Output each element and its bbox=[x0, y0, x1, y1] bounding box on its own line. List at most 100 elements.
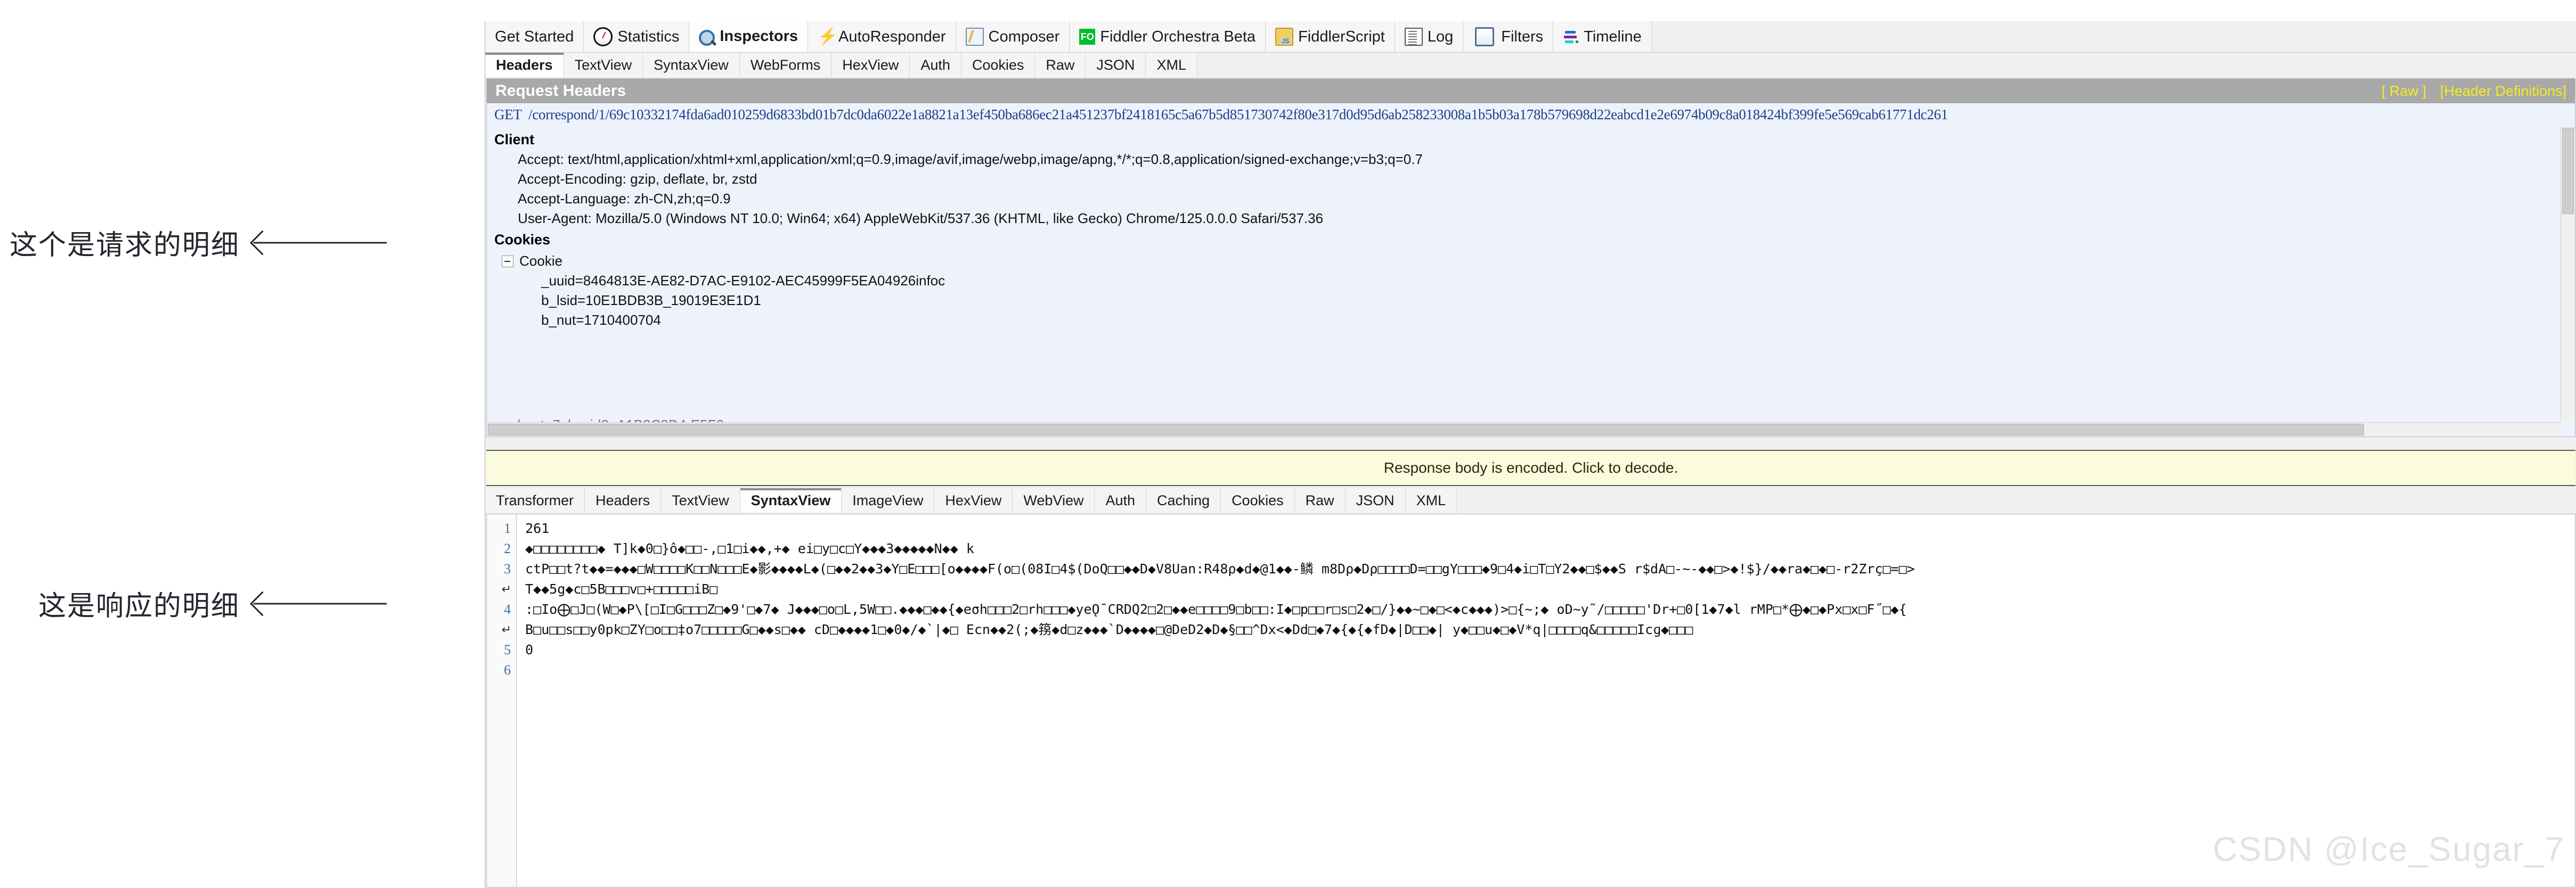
response-tab-json-label: JSON bbox=[1356, 492, 1395, 508]
header-accept-encoding[interactable]: Accept-Encoding: gzip, deflate, br, zstd bbox=[518, 169, 2575, 189]
composer-pencil-icon bbox=[965, 28, 984, 46]
tab-fiddler-orchestra-label: Fiddler Orchestra Beta bbox=[1100, 28, 1256, 45]
tab-timeline[interactable]: Timeline bbox=[1553, 21, 1652, 52]
script-icon bbox=[1275, 28, 1294, 46]
tab-statistics[interactable]: Statistics bbox=[584, 21, 690, 52]
cookie-uuid[interactable]: _uuid=8464813E-AE82-D7AC-E9102-AEC45999F… bbox=[541, 271, 2575, 291]
tab-inspectors[interactable]: Inspectors bbox=[689, 21, 809, 52]
response-tab-webview[interactable]: WebView bbox=[1013, 488, 1095, 513]
cookie-node-label: Cookie bbox=[519, 253, 563, 269]
request-tab-syntaxview[interactable]: SyntaxView bbox=[643, 53, 740, 77]
response-body-code[interactable]: 261 ◆□□□□□□□□◆ T]k◆0□}ô◆□□-,□1□i◆◆,+◆ ei… bbox=[517, 514, 2575, 887]
request-horizontal-scrollbar[interactable] bbox=[487, 422, 2561, 437]
response-tab-syntaxview[interactable]: SyntaxView bbox=[740, 488, 842, 513]
request-url-line: GET /correspond/1/69c10332174fda6ad01025… bbox=[487, 103, 2575, 126]
tab-statistics-label: Statistics bbox=[617, 28, 680, 45]
scrollbar-thumb[interactable] bbox=[2562, 128, 2574, 214]
line-number-gutter: 1 2 3 ↵ 4 ↵ 5 6 bbox=[487, 514, 517, 887]
collapse-icon[interactable] bbox=[502, 255, 513, 267]
request-tab-textview-label: TextView bbox=[574, 56, 632, 73]
response-tab-bar-filler bbox=[1457, 488, 2576, 513]
response-tab-textview[interactable]: TextView bbox=[661, 488, 740, 513]
header-user-agent[interactable]: User-Agent: Mozilla/5.0 (Windows NT 10.0… bbox=[518, 209, 2575, 228]
tab-filters[interactable]: Filters bbox=[1463, 21, 1554, 52]
response-tab-json[interactable]: JSON bbox=[1345, 488, 1406, 513]
request-tab-cookies[interactable]: Cookies bbox=[961, 53, 1036, 77]
tab-autoresponder[interactable]: ⚡ AutoResponder bbox=[808, 21, 956, 52]
tab-fiddlerscript-label: FiddlerScript bbox=[1298, 28, 1385, 45]
request-headers-links: [ Raw ] [Header Definitions] bbox=[2382, 83, 2566, 100]
annotation-response-label: 这是响应的明细 bbox=[38, 591, 240, 622]
cookie-clipped-row: b_ut=7; buvid3=A1B2C3D4-E5F6 bbox=[494, 415, 723, 423]
screenshot-root: 这个是请求的明细 这是响应的明细 Get Started Statistics … bbox=[0, 0, 2576, 888]
wrap-marker-icon: ↵ bbox=[501, 582, 511, 596]
line-number: 4 bbox=[504, 602, 511, 617]
header-group-cookies[interactable]: Cookies bbox=[494, 229, 2575, 250]
timeline-icon bbox=[1563, 29, 1579, 45]
request-tab-auth-label: Auth bbox=[920, 56, 950, 73]
tab-filters-label: Filters bbox=[1501, 28, 1544, 45]
tab-get-started[interactable]: Get Started bbox=[485, 21, 584, 52]
request-vertical-scrollbar[interactable] bbox=[2561, 127, 2575, 421]
scrollbar-thumb[interactable] bbox=[488, 424, 2364, 435]
request-tab-textview[interactable]: TextView bbox=[564, 53, 643, 77]
header-accept[interactable]: Accept: text/html,application/xhtml+xml,… bbox=[518, 150, 2575, 169]
code-line: T◆◆5g◆c□5B□□□v□+□□□□□iВ□ bbox=[525, 581, 718, 597]
response-tab-cookies[interactable]: Cookies bbox=[1221, 488, 1295, 513]
tab-log[interactable]: Log bbox=[1395, 21, 1464, 52]
response-tab-imageview-label: ImageView bbox=[852, 492, 924, 508]
annotation-response: 这是响应的明细 bbox=[38, 583, 387, 623]
response-tab-hexview[interactable]: HexView bbox=[934, 488, 1013, 513]
code-line: ctP□□t?t◆◆=◆◆◆□W□□□□K□□N□□□E◆影◆◆◆◆L◆(□◆◆… bbox=[525, 561, 1915, 577]
response-tab-transformer[interactable]: Transformer bbox=[485, 488, 585, 513]
fiddler-window: Get Started Statistics Inspectors ⚡ Auto… bbox=[485, 21, 2576, 888]
response-tab-xml-label: XML bbox=[1416, 492, 1446, 508]
request-headers-body: Client Accept: text/html,application/xht… bbox=[487, 126, 2575, 423]
request-tab-raw[interactable]: Raw bbox=[1035, 53, 1086, 77]
header-definitions-link[interactable]: [Header Definitions] bbox=[2440, 83, 2566, 100]
request-tab-xml-label: XML bbox=[1156, 56, 1186, 73]
response-tab-headers-label: Headers bbox=[596, 492, 650, 508]
request-tab-xml[interactable]: XML bbox=[1146, 53, 1197, 77]
response-tab-raw[interactable]: Raw bbox=[1294, 488, 1346, 513]
request-url: /correspond/1/69c10332174fda6ad010259d68… bbox=[528, 106, 1948, 122]
tab-composer[interactable]: Composer bbox=[956, 21, 1070, 52]
cookie-tree-node[interactable]: Cookie bbox=[502, 251, 2575, 271]
fo-badge-icon: FO bbox=[1079, 29, 1096, 45]
raw-link[interactable]: [ Raw ] bbox=[2382, 83, 2426, 100]
header-accept-language[interactable]: Accept-Language: zh-CN,zh;q=0.9 bbox=[518, 189, 2575, 209]
response-tab-imageview[interactable]: ImageView bbox=[842, 488, 935, 513]
request-tab-syntaxview-label: SyntaxView bbox=[654, 56, 729, 73]
line-number: 6 bbox=[504, 662, 511, 678]
response-tab-auth[interactable]: Auth bbox=[1095, 488, 1146, 513]
request-tab-webforms[interactable]: WebForms bbox=[739, 53, 832, 77]
tab-composer-label: Composer bbox=[988, 28, 1060, 45]
arrow-left-icon bbox=[250, 590, 387, 618]
cookie-b-nut[interactable]: b_nut=1710400704 bbox=[541, 310, 2575, 330]
response-tab-headers[interactable]: Headers bbox=[585, 488, 662, 513]
code-line: B□u□□s□□y0pk□ZY□o□□‡o7□□□□□G□◆◆s□◆◆ cD□◆… bbox=[525, 622, 1693, 637]
decode-notice-bar[interactable]: Response body is encoded. Click to decod… bbox=[486, 450, 2575, 486]
annotation-request-label: 这个是请求的明细 bbox=[10, 230, 240, 261]
response-tab-caching[interactable]: Caching bbox=[1146, 488, 1221, 513]
response-tab-cookies-label: Cookies bbox=[1232, 492, 1284, 508]
request-headers-title-bar: Request Headers [ Raw ] [Header Definiti… bbox=[487, 79, 2575, 103]
gauge-icon bbox=[593, 27, 613, 46]
header-group-client[interactable]: Client bbox=[494, 129, 2575, 150]
response-tab-auth-label: Auth bbox=[1105, 492, 1135, 508]
tab-autoresponder-label: AutoResponder bbox=[838, 28, 946, 45]
response-syntaxview-panel[interactable]: 1 2 3 ↵ 4 ↵ 5 6 261 ◆□□□□□□□□◆ T]k◆0□}ô◆… bbox=[486, 514, 2575, 887]
request-tab-auth[interactable]: Auth bbox=[910, 53, 961, 77]
request-tab-hexview[interactable]: HexView bbox=[832, 53, 910, 77]
tab-fiddlerscript[interactable]: FiddlerScript bbox=[1266, 21, 1395, 52]
code-line: 261 bbox=[525, 521, 550, 536]
cookie-b-lsid[interactable]: b_lsid=10E1BDB3B_19019E3E1D1 bbox=[541, 291, 2575, 310]
response-tab-xml[interactable]: XML bbox=[1405, 488, 1457, 513]
request-tab-json[interactable]: JSON bbox=[1086, 53, 1146, 77]
panel-splitter[interactable] bbox=[485, 437, 2576, 450]
response-tab-caching-label: Caching bbox=[1157, 492, 1210, 508]
tab-fiddler-orchestra[interactable]: FO Fiddler Orchestra Beta bbox=[1070, 21, 1266, 52]
request-tab-headers[interactable]: Headers bbox=[485, 53, 564, 77]
response-tab-syntaxview-label: SyntaxView bbox=[751, 492, 831, 508]
